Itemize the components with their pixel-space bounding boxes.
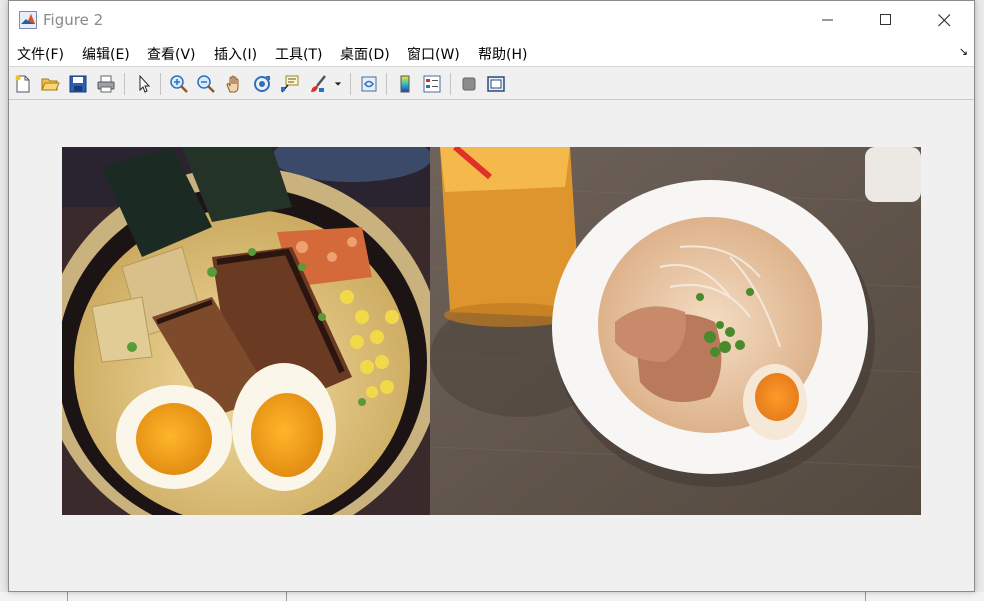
menu-tools[interactable]: 工具(T) — [275, 44, 322, 64]
zoom-out-button[interactable] — [195, 73, 217, 95]
desktop-background — [0, 592, 984, 601]
open-file-button[interactable] — [39, 73, 61, 95]
chevron-down-icon — [334, 82, 342, 86]
zoom-in-button[interactable] — [168, 73, 190, 95]
close-button[interactable] — [915, 1, 973, 39]
toolbar — [9, 68, 974, 100]
background-divider — [67, 592, 68, 601]
save-icon — [69, 75, 87, 93]
new-figure-button[interactable] — [12, 73, 34, 95]
pan-button[interactable] — [223, 73, 245, 95]
background-divider — [286, 592, 287, 601]
data-cursor-icon — [281, 75, 299, 93]
menu-file[interactable]: 文件(F) — [17, 44, 64, 64]
rotate-3d-icon — [254, 76, 270, 92]
figure-canvas[interactable] — [9, 101, 974, 591]
brush-button[interactable] — [307, 73, 329, 95]
maximize-icon — [880, 14, 891, 25]
menu-help[interactable]: 帮助(H) — [478, 44, 527, 64]
hide-plot-tools-button[interactable] — [458, 73, 480, 95]
dock-arrow-icon[interactable]: ↘ — [959, 45, 968, 58]
figure-window: Figure 2 文件(F) 编辑(E) 查看(V) 插入(I) 工具(T) 桌… — [8, 0, 975, 592]
save-button[interactable] — [67, 73, 89, 95]
toolbar-separator — [124, 73, 125, 95]
edit-plot-pointer-icon — [139, 74, 151, 93]
insert-legend-button[interactable] — [421, 73, 443, 95]
edit-plot-button[interactable] — [133, 73, 155, 95]
link-plot-button[interactable] — [358, 73, 380, 95]
insert-colorbar-button[interactable] — [394, 73, 416, 95]
show-plot-tools-button[interactable] — [485, 73, 507, 95]
data-cursor-button[interactable] — [279, 73, 301, 95]
toolbar-separator — [160, 73, 161, 95]
menu-view[interactable]: 查看(V) — [147, 44, 196, 64]
legend-icon — [423, 75, 441, 93]
title-bar[interactable]: Figure 2 — [9, 1, 974, 39]
colorbar-icon — [400, 75, 410, 93]
left-ramen-photo — [62, 147, 430, 515]
toolbar-separator — [450, 73, 451, 95]
right-ramen-photo — [430, 147, 921, 515]
menu-bar: 文件(F) 编辑(E) 查看(V) 插入(I) 工具(T) 桌面(D) 窗口(W… — [9, 39, 974, 67]
background-divider — [865, 592, 866, 601]
brush-icon — [311, 75, 326, 92]
toolbar-separator — [386, 73, 387, 95]
new-figure-icon — [15, 75, 30, 93]
link-plot-icon — [361, 76, 377, 92]
show-plot-tools-icon — [487, 76, 505, 92]
menu-insert[interactable]: 插入(I) — [214, 44, 257, 64]
zoom-in-icon — [170, 75, 188, 93]
image-axes[interactable] — [62, 147, 921, 515]
minimize-button[interactable] — [799, 1, 857, 39]
brush-dropdown-button[interactable] — [331, 73, 345, 95]
menu-window[interactable]: 窗口(W) — [407, 44, 460, 64]
menu-desktop[interactable]: 桌面(D) — [340, 44, 390, 64]
close-icon — [937, 13, 950, 26]
print-icon — [97, 75, 115, 93]
maximize-button[interactable] — [857, 1, 915, 39]
zoom-out-icon — [197, 75, 215, 93]
toolbar-separator — [350, 73, 351, 95]
print-button[interactable] — [95, 73, 117, 95]
hide-plot-tools-icon — [462, 77, 476, 91]
rotate-3d-button[interactable] — [251, 73, 273, 95]
menu-edit[interactable]: 编辑(E) — [82, 44, 130, 64]
open-file-icon — [41, 78, 60, 91]
window-title: Figure 2 — [43, 11, 104, 29]
minimize-icon — [822, 19, 833, 21]
matlab-logo-icon — [19, 11, 37, 29]
pan-hand-icon — [226, 75, 239, 93]
